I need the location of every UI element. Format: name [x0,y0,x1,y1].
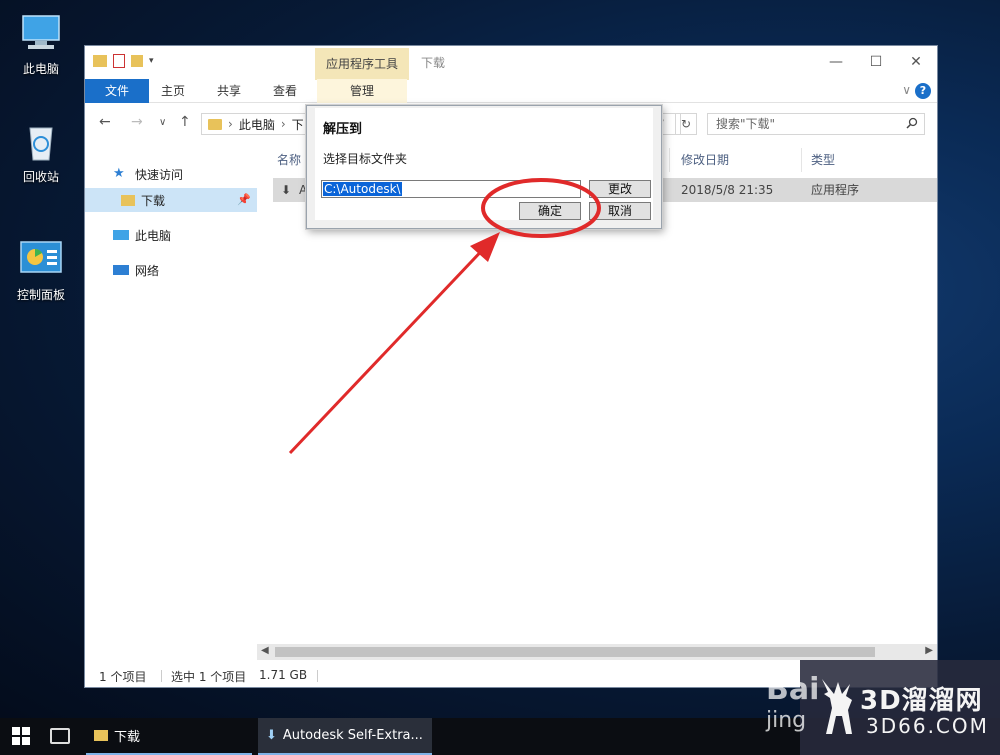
desktop-icon-control-panel[interactable]: 控制面板 [6,240,76,303]
title-bar: ▾ 应用程序工具 下载 — ☐ ✕ [85,46,937,80]
status-divider [161,670,162,682]
column-divider[interactable] [801,148,802,172]
pin-icon[interactable]: 📌 [237,193,251,206]
nav-item-this-pc[interactable]: 此电脑 [85,223,257,247]
status-divider [317,670,318,682]
column-header-date[interactable]: 修改日期 [681,148,729,172]
computer-icon [113,230,129,240]
downloads-folder-icon [121,194,135,206]
help-icon[interactable]: ? [915,83,931,99]
tab-view[interactable]: 查看 [263,79,307,103]
desktop-icon-label: 此电脑 [22,62,59,76]
change-button[interactable]: 更改 [589,180,651,198]
network-icon [113,265,129,275]
destination-path-input[interactable]: C:\Autodesk\ [321,180,581,198]
properties-icon[interactable] [113,54,125,68]
quick-access-toolbar: ▾ [93,54,154,68]
control-panel-icon [19,240,63,280]
desktop-icon-this-pc[interactable]: 此电脑 [6,14,76,77]
cancel-button[interactable]: 取消 [589,202,651,220]
taskbar-item-label: 下载 [114,730,141,745]
close-button[interactable]: ✕ [901,52,931,72]
windows-start-icon[interactable] [12,727,30,745]
dialog-body: 解压到 选择目标文件夹 C:\Autodesk\ 更改 确定 取消 [315,108,653,220]
navigation-pane: ★ 快速访问 下载 📌 此电脑 网络 [85,146,257,656]
nav-item-label: 快速访问 [135,167,184,182]
computer-icon [19,14,63,54]
status-item-count: 1 个项目 [99,670,147,684]
nav-item-label: 网络 [135,263,160,278]
horizontal-scrollbar[interactable]: ◀ ▶ [257,644,937,660]
column-divider[interactable] [669,148,670,172]
star-icon: ★ [113,166,125,181]
tab-share[interactable]: 共享 [207,79,251,103]
tab-home[interactable]: 主页 [151,79,195,103]
file-type: 应用程序 [811,183,860,197]
scroll-left-icon[interactable]: ◀ [261,645,269,656]
ribbon-tabs: 文件 主页 共享 查看 管理 ∨ ? [85,79,937,103]
desktop-icon-label: 回收站 [22,170,59,184]
nav-item-downloads[interactable]: 下载 📌 [85,188,257,212]
window-title: 下载 [421,56,446,70]
nav-item-label: 下载 [141,193,166,208]
context-tab-app-tools: 应用程序工具 [315,48,409,80]
nav-item-network[interactable]: 网络 [85,258,257,282]
breadcrumb-separator: › [280,117,286,131]
column-header-name[interactable]: 名称 [277,148,301,172]
task-view-icon[interactable] [50,728,70,744]
status-selected: 选中 1 个项目 [171,670,247,684]
customize-chevron-icon[interactable]: ▾ [149,56,154,66]
ok-button[interactable]: 确定 [519,202,581,220]
desktop-icon-label: 控制面板 [16,288,65,302]
column-header-type[interactable]: 类型 [811,148,835,172]
taskbar-item-downloads[interactable]: 下载 [86,718,252,755]
tab-manage[interactable]: 管理 [317,79,407,103]
dialog-prompt: 选择目标文件夹 [323,152,408,166]
ribbon-expand-icon[interactable]: ∨ [902,83,911,97]
deer-logo-icon [822,679,852,734]
scrollbar-thumb[interactable] [275,647,875,657]
watermark-baidu: Bai [766,672,820,707]
breadcrumb-this-pc[interactable]: 此电脑 [239,116,275,133]
watermark-site: 3D溜溜网 [860,686,983,716]
forward-arrow-icon[interactable]: → [131,114,143,130]
extract-dialog: 解压到 选择目标文件夹 C:\Autodesk\ 更改 确定 取消 [306,105,662,229]
search-input[interactable]: 搜索"下载" [707,113,925,135]
tab-file[interactable]: 文件 [85,79,149,103]
watermark-domain: 3D66.COM [866,714,989,738]
new-folder-icon[interactable] [131,55,143,67]
recycle-bin-icon [19,122,63,162]
back-arrow-icon[interactable]: ← [99,114,111,130]
folder-icon [208,118,222,130]
search-placeholder: 搜索"下载" [716,117,776,131]
up-arrow-icon[interactable]: ↑ [179,114,191,130]
dialog-title: 解压到 [323,122,363,137]
breadcrumb-downloads[interactable]: 下 [292,116,304,133]
installer-icon: ⬇ [266,728,277,743]
folder-icon [94,730,108,741]
minimize-button[interactable]: — [821,52,851,72]
maximize-button[interactable]: ☐ [861,52,891,72]
recent-chevron-icon[interactable]: ∨ [159,117,166,128]
search-icon [906,117,918,129]
watermark-jing: jing [766,708,807,733]
scroll-right-icon[interactable]: ▶ [925,645,933,656]
file-date: 2018/5/8 21:35 [681,183,774,197]
desktop-icon-recycle-bin[interactable]: 回收站 [6,122,76,185]
breadcrumb-separator: › [228,117,233,131]
folder-icon[interactable] [93,55,107,67]
nav-item-label: 此电脑 [135,228,172,243]
selected-path-text: C:\Autodesk\ [323,182,402,196]
nav-item-quick-access[interactable]: ★ 快速访问 [85,162,257,186]
taskbar-item-autodesk[interactable]: ⬇ Autodesk Self-Extra... [258,718,432,755]
status-size: 1.71 GB [259,668,308,682]
installer-icon: ⬇ [281,183,292,197]
taskbar-item-label: Autodesk Self-Extra... [282,728,423,743]
refresh-button[interactable]: ↻ [675,113,697,135]
